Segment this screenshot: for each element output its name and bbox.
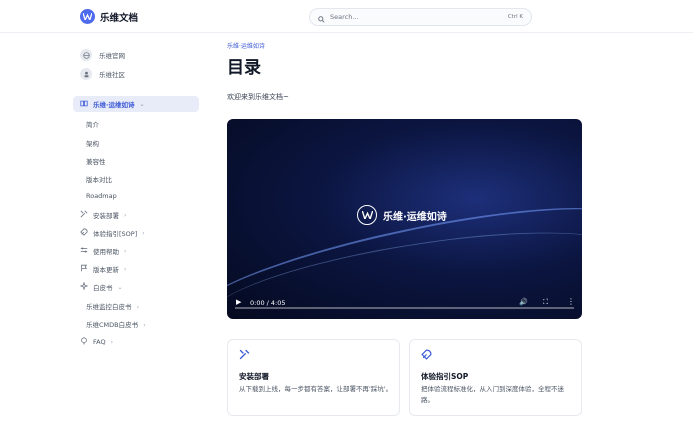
chevron-right-icon: › <box>142 229 145 237</box>
card-title: 安装部署 <box>239 372 269 381</box>
sidebar-item-compatibility[interactable]: 兼容性 <box>86 156 106 166</box>
sidebar-group-install[interactable]: 安装部署 › <box>80 210 126 220</box>
flag-icon <box>80 264 88 274</box>
sidebar-item-architecture[interactable]: 架构 <box>86 138 99 148</box>
sidebar-item-version-compare[interactable]: 版本对比 <box>86 174 112 184</box>
globe-icon <box>80 49 92 61</box>
fullscreen-icon[interactable]: ⛶ <box>543 298 548 307</box>
sidebar-item-cmdb-whitepaper[interactable]: 乐维CMDB白皮书 › <box>86 319 146 329</box>
video-controls: ▶ 0:00 / 4:05 🔊 ⛶ ⋮ <box>227 289 582 319</box>
tools-icon <box>80 210 88 220</box>
rocket-icon <box>80 228 88 238</box>
lightbulb-icon <box>80 337 88 347</box>
sidebar-item-monitoring-whitepaper[interactable]: 乐维监控白皮书 › <box>86 301 139 311</box>
sidebar-item-label: 乐维监控白皮书 <box>86 303 132 311</box>
logo-icon <box>357 205 377 225</box>
card-description: 从下载到上线，每一步都有答案，让部署不再'踩坑'。 <box>239 385 393 393</box>
video-overlay-title: 乐维·运维如诗 <box>383 211 447 223</box>
sidebar-link-label: 乐维官网 <box>99 52 125 60</box>
page-title: 目录 <box>227 58 261 78</box>
book-icon <box>80 100 88 109</box>
sidebar-link-label: 乐维社区 <box>99 71 125 79</box>
sparkle-icon <box>79 281 89 292</box>
sidebar-item-roadmap[interactable]: Roadmap <box>86 192 117 200</box>
chevron-right-icon: › <box>124 247 127 255</box>
card-sop[interactable]: 体验指引SOP 把体验流程标准化，从入门到深度体验，全程不迷路。 <box>409 339 582 416</box>
video-brand: 乐维·运维如诗 <box>357 205 447 225</box>
chevron-down-icon[interactable]: ⌄ <box>139 101 144 108</box>
sidebar: 乐维官网 乐维社区 乐维·运维如诗 ⌄ 简介 架构 兼容性 版本对比 Roadm… <box>0 33 205 422</box>
sidebar-group-help[interactable]: 使用帮助 › <box>80 246 126 256</box>
sidebar-group-label: 体验指引[SOP] <box>93 230 138 238</box>
search-placeholder: Search... <box>330 13 359 21</box>
chevron-right-icon: › <box>124 211 127 219</box>
search-shortcut: Ctrl K <box>507 14 523 20</box>
chevron-right-icon: › <box>143 322 146 329</box>
sidebar-group-faq[interactable]: FAQ › <box>80 337 113 347</box>
chevron-right-icon: › <box>136 304 139 311</box>
sidebar-group-label: 安装部署 <box>93 212 119 220</box>
sidebar-link-official-site[interactable]: 乐维官网 <box>80 49 125 61</box>
chevron-right-icon: › <box>124 265 127 273</box>
logo-icon <box>80 9 95 24</box>
card-description: 把体验流程标准化，从入门到深度体验，全程不迷路。 <box>421 385 564 404</box>
play-icon[interactable]: ▶ <box>236 298 241 306</box>
logo-text: 乐维文档 <box>100 12 139 24</box>
volume-icon[interactable]: 🔊 <box>519 298 528 306</box>
chevron-right-icon: › <box>110 338 113 346</box>
sidebar-group-label: FAQ <box>93 338 106 346</box>
video-progress-bar[interactable] <box>235 307 574 309</box>
sidebar-item-label: 乐维CMDB白皮书 <box>86 321 139 329</box>
sidebar-link-community[interactable]: 乐维社区 <box>80 68 125 80</box>
more-options-icon[interactable]: ⋮ <box>567 297 575 306</box>
video-player[interactable]: 乐维·运维如诗 ▶ 0:00 / 4:05 🔊 ⛶ ⋮ <box>227 119 582 319</box>
breadcrumb[interactable]: 乐维·运维如诗 <box>227 41 265 50</box>
sidebar-group-intro[interactable]: 乐维·运维如诗 ⌄ <box>73 96 199 112</box>
sidebar-group-sop[interactable]: 体验指引[SOP] › <box>80 228 145 238</box>
sidebar-item-intro[interactable]: 简介 <box>86 119 99 129</box>
video-time: 0:00 / 4:05 <box>250 299 286 307</box>
sidebar-group-label: 乐维·运维如诗 <box>93 101 135 109</box>
search-icon <box>318 8 325 27</box>
card-title: 体验指引SOP <box>421 372 469 381</box>
card-install[interactable]: 安装部署 从下载到上线，每一步都有答案，让部署不再'踩坑'。 <box>227 339 400 416</box>
top-bar: 乐维文档 Search... Ctrl K <box>0 0 693 33</box>
sliders-icon <box>80 246 88 256</box>
community-icon <box>80 68 92 80</box>
tools-icon <box>239 349 250 363</box>
sidebar-group-label: 版本更新 <box>93 266 119 274</box>
sidebar-group-updates[interactable]: 版本更新 › <box>80 264 126 274</box>
sidebar-group-label: 白皮书 <box>93 284 113 292</box>
rocket-icon <box>421 349 432 363</box>
sidebar-group-label: 使用帮助 <box>93 248 119 256</box>
intro-text: 欢迎来到乐维文档~ <box>227 93 289 101</box>
sidebar-group-whitepaper[interactable]: 白皮书 ⌄ <box>79 281 123 292</box>
search-input[interactable]: Search... Ctrl K <box>309 8 532 26</box>
site-logo[interactable]: 乐维文档 <box>80 9 138 24</box>
chevron-down-icon: ⌄ <box>117 283 123 291</box>
